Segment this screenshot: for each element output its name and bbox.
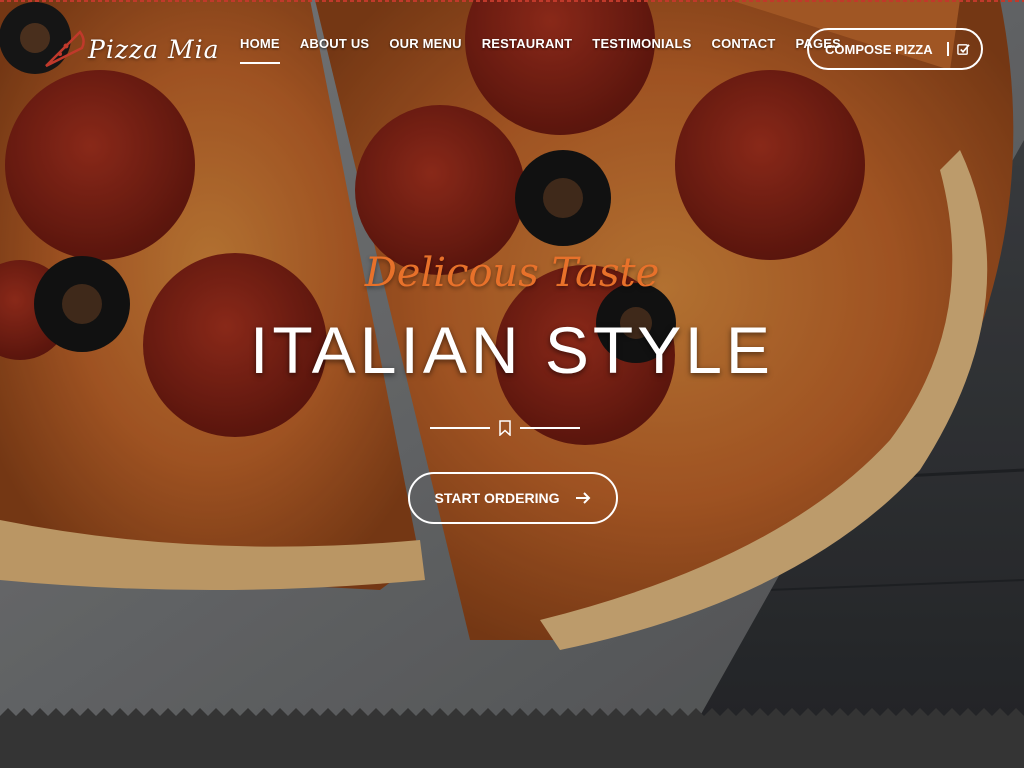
pizza-slice-icon xyxy=(45,30,85,68)
page: Pizza Mia HOME ABOUT US OUR MENU RESTAUR… xyxy=(0,0,1024,768)
compose-pizza-label: COMPOSE PIZZA xyxy=(825,41,933,57)
nav-item-our-menu[interactable]: OUR MENU xyxy=(389,36,461,51)
button-separator xyxy=(946,42,949,56)
hero-section: Pizza Mia HOME ABOUT US OUR MENU RESTAUR… xyxy=(0,0,1024,716)
section-below-hero xyxy=(0,716,1024,768)
compose-pizza-button[interactable]: COMPOSE PIZZA xyxy=(807,28,983,70)
hero-tagline: Delicous Taste xyxy=(364,250,660,296)
nav-item-contact[interactable]: CONTACT xyxy=(711,36,775,51)
divider-line-left xyxy=(430,427,490,429)
main-nav: HOME ABOUT US OUR MENU RESTAURANT TESTIM… xyxy=(240,36,841,64)
brand-name: Pizza Mia xyxy=(88,34,220,64)
bookmark-icon xyxy=(499,420,511,436)
nav-item-restaurant[interactable]: RESTAURANT xyxy=(482,36,573,51)
logo[interactable]: Pizza Mia xyxy=(40,26,220,72)
nav-item-about-us[interactable]: ABOUT US xyxy=(300,36,370,51)
zigzag-edge xyxy=(0,708,1024,716)
hero-divider xyxy=(430,418,580,438)
nav-item-testimonials[interactable]: TESTIMONIALS xyxy=(592,36,691,51)
top-dashed-border xyxy=(0,0,1024,2)
check-square-icon xyxy=(956,43,970,55)
divider-line-right xyxy=(520,427,580,429)
arrow-right-icon xyxy=(576,492,591,504)
hero-headline: ITALIAN STYLE xyxy=(250,313,774,387)
nav-item-home[interactable]: HOME xyxy=(240,36,280,64)
start-ordering-button[interactable]: START ORDERING xyxy=(408,472,618,524)
start-ordering-label: START ORDERING xyxy=(434,490,560,506)
